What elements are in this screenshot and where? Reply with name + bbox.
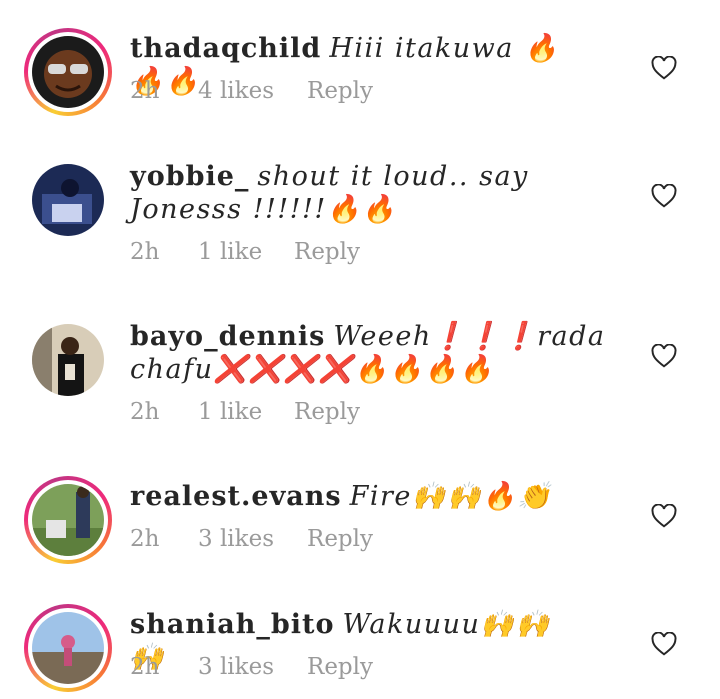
reply-button[interactable]: Reply — [307, 654, 373, 680]
heart-outline-icon[interactable] — [651, 184, 677, 208]
comment-username[interactable]: shaniah_bito — [130, 609, 334, 640]
heart-outline-icon[interactable] — [651, 344, 677, 368]
avatar[interactable] — [32, 324, 104, 396]
comment-time: 2h — [130, 78, 160, 104]
comment-time: 2h — [130, 654, 160, 680]
comment-likes[interactable]: 3 likes — [198, 654, 274, 680]
comment-body: bayo_dennis Weeeh❗❗❗rada chafu❌❌❌❌🔥🔥🔥🔥 — [130, 320, 604, 386]
comment-username[interactable]: realest.evans — [130, 481, 342, 512]
heart-outline-icon[interactable] — [651, 56, 677, 80]
avatar[interactable] — [32, 164, 104, 236]
comment-text: Fire🙌🙌🔥👏 — [349, 481, 553, 512]
comment-body: realest.evans Fire🙌🙌🔥👏 — [130, 480, 570, 513]
heart-outline-icon[interactable] — [651, 632, 677, 656]
reply-button[interactable]: Reply — [307, 78, 373, 104]
story-ring[interactable] — [24, 604, 112, 692]
story-ring[interactable] — [24, 476, 112, 564]
comment-username[interactable]: thadaqchild — [130, 33, 321, 64]
heart-outline-icon[interactable] — [651, 504, 677, 528]
reply-button[interactable]: Reply — [307, 526, 373, 552]
comment-username[interactable]: yobbie_ — [130, 161, 249, 192]
avatar[interactable] — [32, 36, 104, 108]
comment-likes[interactable]: 3 likes — [198, 526, 274, 552]
comment-body: yobbie_ shout it loud.. say Jonesss !!!!!… — [130, 160, 570, 226]
reply-button[interactable]: Reply — [294, 239, 360, 265]
avatar[interactable] — [32, 612, 104, 684]
story-ring[interactable] — [24, 28, 112, 116]
comment-likes[interactable]: 1 like — [198, 399, 262, 425]
comment-username[interactable]: bayo_dennis — [130, 321, 325, 352]
reply-button[interactable]: Reply — [294, 399, 360, 425]
comment-likes[interactable]: 4 likes — [198, 78, 274, 104]
comment-time: 2h — [130, 399, 160, 425]
comment-time: 2h — [130, 526, 160, 552]
comment-time: 2h — [130, 239, 160, 265]
comment-likes[interactable]: 1 like — [198, 239, 262, 265]
avatar[interactable] — [32, 484, 104, 556]
